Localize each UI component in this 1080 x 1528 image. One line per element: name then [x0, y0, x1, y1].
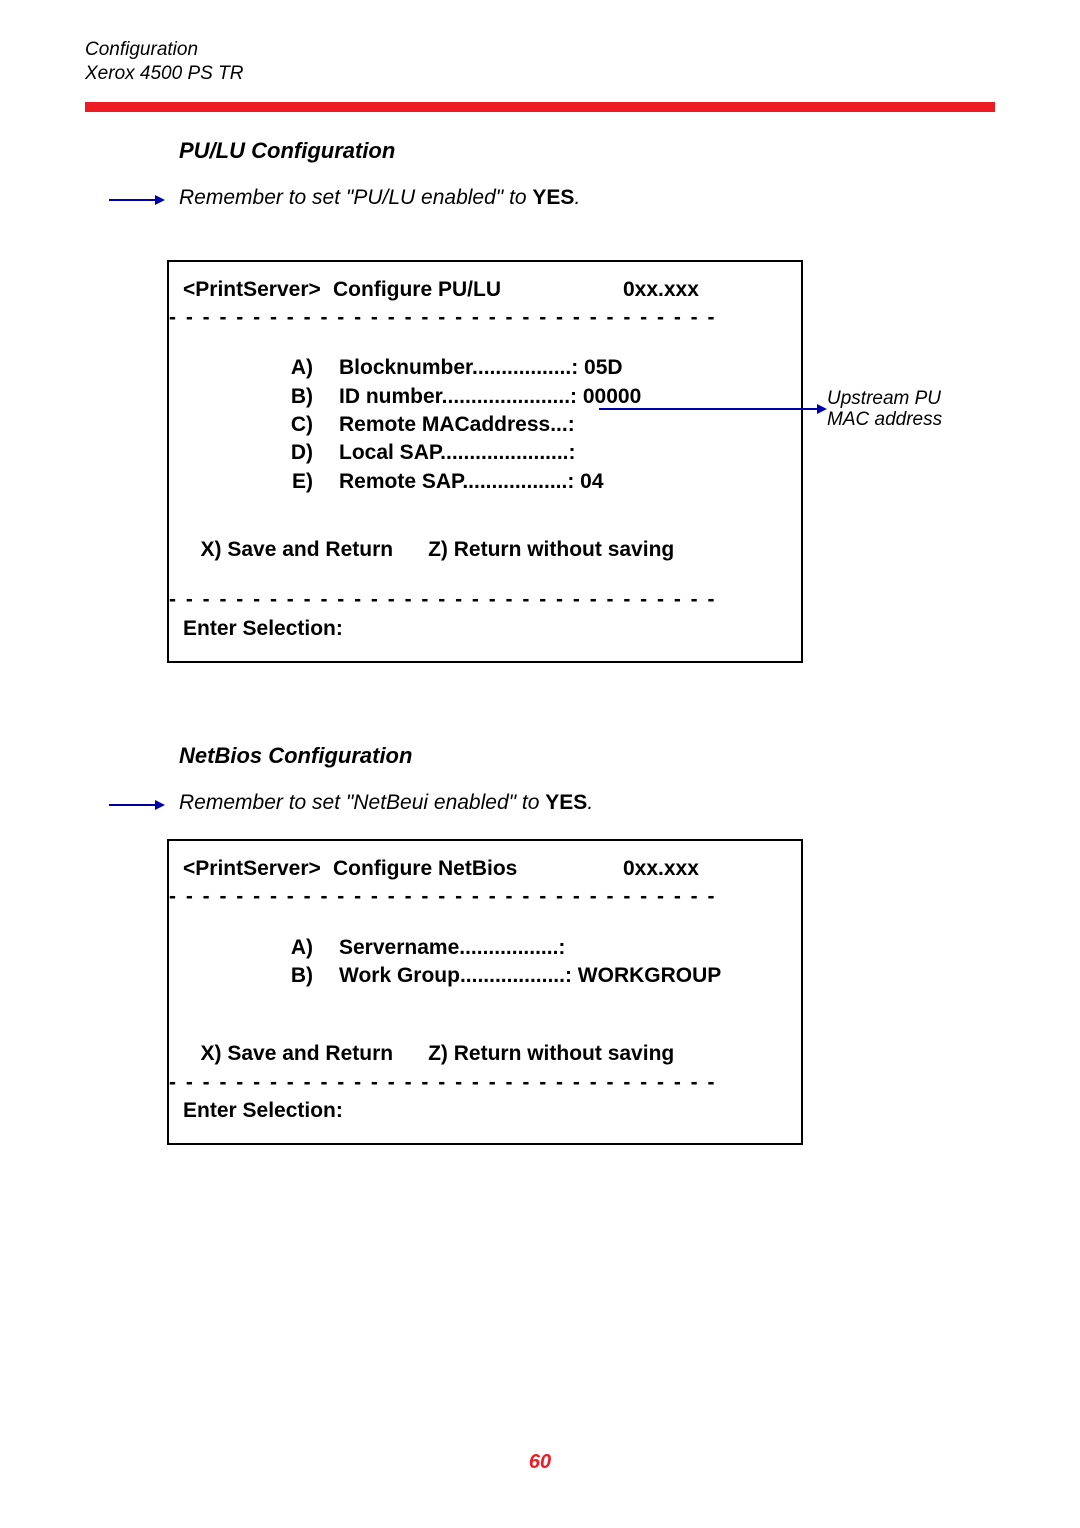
opt-text: Remote MACaddress...: [339, 411, 575, 439]
opt-text: Local SAP......................: [339, 439, 576, 467]
screen1-foot: X) Save and Return Z) Return without sav… [183, 536, 791, 564]
screen1-opt-a: A)Blocknumber.................: 05D [183, 354, 791, 382]
arrow-right-icon [109, 194, 165, 206]
screen1-hdr-right: 0xx.xxx [623, 276, 699, 304]
callout-arrow-icon [599, 402, 827, 421]
opt-letter: D) [183, 439, 339, 467]
screen-box-pulu: <PrintServer>Configure PU/LU0xx.xxx - - … [167, 260, 803, 663]
screen2-sep-bottom: - - - - - - - - - - - - - - - - - - - - … [169, 1069, 791, 1097]
screen1-opt-d: D)Local SAP......................: [183, 439, 791, 467]
screen1-sep-bottom: - - - - - - - - - - - - - - - - - - - - … [169, 586, 791, 614]
screen1-sep-top: - - - - - - - - - - - - - - - - - - - - … [169, 304, 791, 332]
opt-letter: C) [183, 411, 339, 439]
annotation-line1: Upstream PU [827, 388, 942, 410]
screen1-enter: Enter Selection: [183, 615, 791, 643]
screen2-opt-a: A)Servername.................: [183, 934, 791, 962]
note-row-2: Remember to set "NetBeui enabled" to YES… [85, 791, 995, 815]
screen2-foot-text: X) Save and Return Z) Return without sav… [201, 1042, 675, 1065]
doc-header-line2: Xerox 4500 PS TR [85, 62, 995, 86]
doc-header-line1: Configuration [85, 38, 995, 62]
section-title-netbios: NetBios Configuration [179, 743, 995, 769]
opt-text: Servername.................: [339, 934, 565, 962]
screen2-hdr-mid: Configure NetBios [333, 855, 623, 883]
page: Configuration Xerox 4500 PS TR PU/LU Con… [0, 0, 1080, 1528]
note2-yes: YES [545, 791, 587, 814]
annotation-line2: MAC address [827, 409, 942, 431]
note2-suffix: . [587, 791, 593, 814]
opt-text: ID number......................: 00000 [339, 383, 641, 411]
screen1-header: <PrintServer>Configure PU/LU0xx.xxx [183, 276, 791, 304]
screen2-header: <PrintServer>Configure NetBios0xx.xxx [183, 855, 791, 883]
opt-text: Work Group..................: WORKGROUP [339, 962, 721, 990]
screen1-hdr-left: <PrintServer> [183, 276, 333, 304]
screen2-sep-top: - - - - - - - - - - - - - - - - - - - - … [169, 883, 791, 911]
arrow-right-icon [109, 799, 165, 811]
note-text-2: Remember to set "NetBeui enabled" to YES… [179, 791, 995, 815]
screen2-hdr-left: <PrintServer> [183, 855, 333, 883]
note-text-1: Remember to set "PU/LU enabled" to YES. [179, 186, 995, 210]
screen1-foot-text: X) Save and Return Z) Return without sav… [201, 538, 675, 561]
section-title-pulu: PU/LU Configuration [179, 138, 995, 164]
note2-prefix: Remember to set "NetBeui enabled" to [179, 791, 545, 814]
note1-prefix: Remember to set "PU/LU enabled" to [179, 186, 532, 209]
screen1-opt-e: E)Remote SAP..................: 04 [183, 468, 791, 496]
opt-letter: B) [183, 383, 339, 411]
opt-letter: A) [183, 934, 339, 962]
red-bar [85, 102, 995, 112]
screen-box-netbios: <PrintServer>Configure NetBios0xx.xxx - … [167, 839, 803, 1145]
page-number: 60 [0, 1451, 1080, 1474]
screen-2-wrap: <PrintServer>Configure NetBios0xx.xxx - … [167, 839, 995, 1145]
note1-yes: YES [532, 186, 574, 209]
screen2-opt-b: B)Work Group..................: WORKGROU… [183, 962, 791, 990]
opt-letter: E) [183, 468, 339, 496]
screen2-hdr-right: 0xx.xxx [623, 855, 699, 883]
screen-1-wrap: <PrintServer>Configure PU/LU0xx.xxx - - … [167, 260, 995, 663]
screen2-foot: X) Save and Return Z) Return without sav… [183, 1040, 791, 1068]
opt-letter: B) [183, 962, 339, 990]
note1-suffix: . [574, 186, 580, 209]
opt-text: Remote SAP..................: 04 [339, 468, 604, 496]
screen2-enter: Enter Selection: [183, 1097, 791, 1125]
note-row-1: Remember to set "PU/LU enabled" to YES. [85, 186, 995, 210]
screen1-hdr-mid: Configure PU/LU [333, 276, 623, 304]
opt-letter: A) [183, 354, 339, 382]
annotation-upstream-pu: Upstream PU MAC address [827, 388, 942, 432]
opt-text: Blocknumber.................: 05D [339, 354, 623, 382]
